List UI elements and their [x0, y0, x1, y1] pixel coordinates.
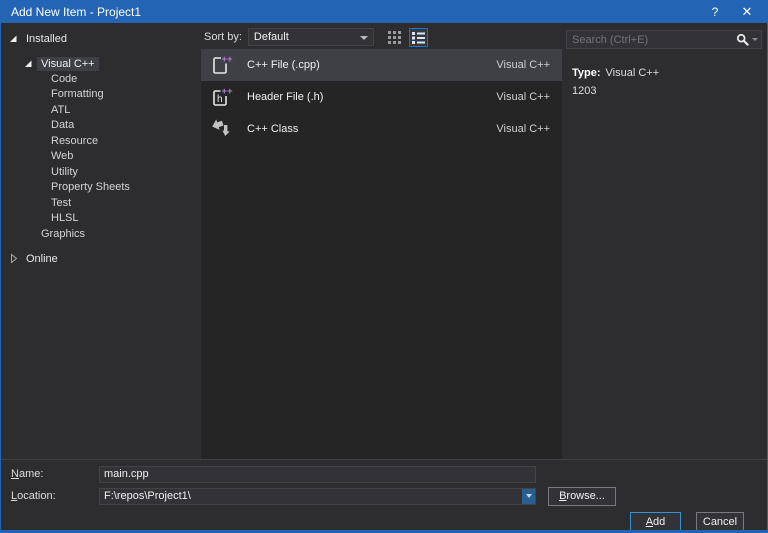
cpp-file-icon: ++ [209, 53, 233, 77]
name-input[interactable] [99, 466, 536, 483]
tree-node-label[interactable]: Web [47, 149, 77, 163]
header-file-icon: h ++ [209, 85, 233, 109]
tree-node-formatting[interactable]: Formatting [1, 87, 201, 103]
tree-node-resource[interactable]: Resource [1, 133, 201, 149]
tree-node-label[interactable]: Data [47, 118, 78, 132]
dialog-title: Add New Item - Project1 [1, 5, 699, 19]
close-button[interactable]: ✕ [731, 1, 763, 23]
tree-node-atl[interactable]: ATL [1, 102, 201, 118]
collapsed-triangle-icon[interactable] [7, 253, 19, 265]
location-label: Location: [1, 490, 99, 502]
sort-by-label: Sort by: [204, 31, 242, 43]
dialog-body: Installed Visual C++ Code Formatting ATL… [1, 23, 767, 459]
type-value: Visual C++ [606, 67, 660, 79]
template-category: Visual C++ [496, 91, 550, 103]
template-category: Visual C++ [496, 123, 550, 135]
template-name: C++ File (.cpp) [247, 59, 496, 71]
tree-node-test[interactable]: Test [1, 195, 201, 211]
help-button[interactable]: ? [699, 1, 731, 23]
tree-node-label[interactable]: ATL [47, 103, 74, 117]
tree-node-label[interactable]: Online [22, 252, 62, 266]
tree-spacer [1, 241, 201, 251]
chevron-down-icon [360, 36, 368, 40]
location-field-row: Location: Browse... [1, 487, 767, 505]
chevron-down-icon [526, 494, 532, 498]
tree-spacer [1, 46, 201, 56]
expanded-triangle-icon[interactable] [22, 58, 34, 70]
template-name: Header File (.h) [247, 91, 496, 103]
tree-node-installed[interactable]: Installed [1, 31, 201, 46]
small-icons-view-button[interactable] [385, 28, 404, 47]
list-view-button[interactable] [409, 28, 428, 47]
template-row-cpp-class[interactable]: C++ Class Visual C++ [201, 113, 562, 145]
template-row-header-file[interactable]: h ++ Header File (.h) Visual C++ [201, 81, 562, 113]
expanded-triangle-icon[interactable] [7, 33, 19, 45]
tree-node-utility[interactable]: Utility [1, 164, 201, 180]
add-new-item-dialog: Add New Item - Project1 ? ✕ Installed Vi… [0, 0, 768, 533]
category-tree: Installed Visual C++ Code Formatting ATL… [1, 23, 201, 459]
small-icons-grid-icon [387, 30, 402, 45]
tree-node-online[interactable]: Online [1, 251, 201, 266]
svg-text:++: ++ [222, 86, 234, 97]
search-box [566, 30, 762, 49]
svg-text:++: ++ [222, 54, 234, 65]
tree-node-label[interactable]: Property Sheets [47, 180, 134, 194]
details-panel: Type: Visual C++ 1203 [562, 23, 767, 459]
location-combobox [99, 488, 536, 505]
list-view-icon [411, 30, 426, 45]
tree-node-graphics[interactable]: Graphics [1, 226, 201, 241]
tree-node-label[interactable]: Utility [47, 165, 82, 179]
action-buttons-row: Add Cancel [1, 512, 767, 532]
sort-toolbar: Sort by: Default [201, 23, 562, 49]
cancel-button[interactable]: Cancel [696, 512, 744, 532]
add-button[interactable]: Add [630, 512, 681, 532]
template-list: ++ C++ File (.cpp) Visual C++ h ++ Heade… [201, 49, 562, 459]
template-sort-order: 1203 [572, 82, 762, 100]
template-panel: Sort by: Default [201, 23, 562, 459]
title-bar[interactable]: Add New Item - Project1 ? ✕ [1, 1, 767, 23]
cpp-class-icon [209, 117, 233, 141]
tree-node-label[interactable]: Formatting [47, 87, 108, 101]
name-label: Name: [1, 468, 99, 480]
tree-node-code[interactable]: Code [1, 71, 201, 87]
tree-node-label[interactable]: Code [47, 72, 81, 86]
location-dropdown-button[interactable] [522, 489, 535, 504]
tree-node-label[interactable]: Visual C++ [37, 57, 99, 71]
tree-node-label[interactable]: Graphics [37, 227, 89, 241]
tree-node-visual-cpp[interactable]: Visual C++ [1, 56, 201, 71]
location-input[interactable] [99, 488, 536, 505]
tree-node-label[interactable]: Installed [22, 32, 71, 46]
dialog-footer: Name: Location: Browse... Add Cancel [1, 459, 767, 530]
template-details: Type: Visual C++ 1203 [572, 64, 762, 100]
tree-node-hlsl[interactable]: HLSL [1, 211, 201, 227]
name-field-row: Name: [1, 465, 767, 483]
search-icon[interactable] [736, 33, 749, 46]
browse-button[interactable]: Browse... [548, 487, 616, 506]
template-category: Visual C++ [496, 59, 550, 71]
tree-node-label[interactable]: Test [47, 196, 75, 210]
sort-dropdown[interactable]: Default [248, 28, 374, 46]
search-options-chevron-icon[interactable] [752, 38, 758, 41]
type-label: Type: [572, 67, 601, 79]
tree-node-label[interactable]: HLSL [47, 211, 83, 225]
template-name: C++ Class [247, 123, 496, 135]
template-row-cpp-file[interactable]: ++ C++ File (.cpp) Visual C++ [201, 49, 562, 81]
sort-dropdown-value: Default [254, 31, 289, 43]
search-input[interactable] [566, 30, 762, 49]
tree-node-label[interactable]: Resource [47, 134, 102, 148]
tree-node-web[interactable]: Web [1, 149, 201, 165]
search-controls [736, 33, 758, 46]
tree-node-data[interactable]: Data [1, 118, 201, 134]
tree-node-property-sheets[interactable]: Property Sheets [1, 180, 201, 196]
